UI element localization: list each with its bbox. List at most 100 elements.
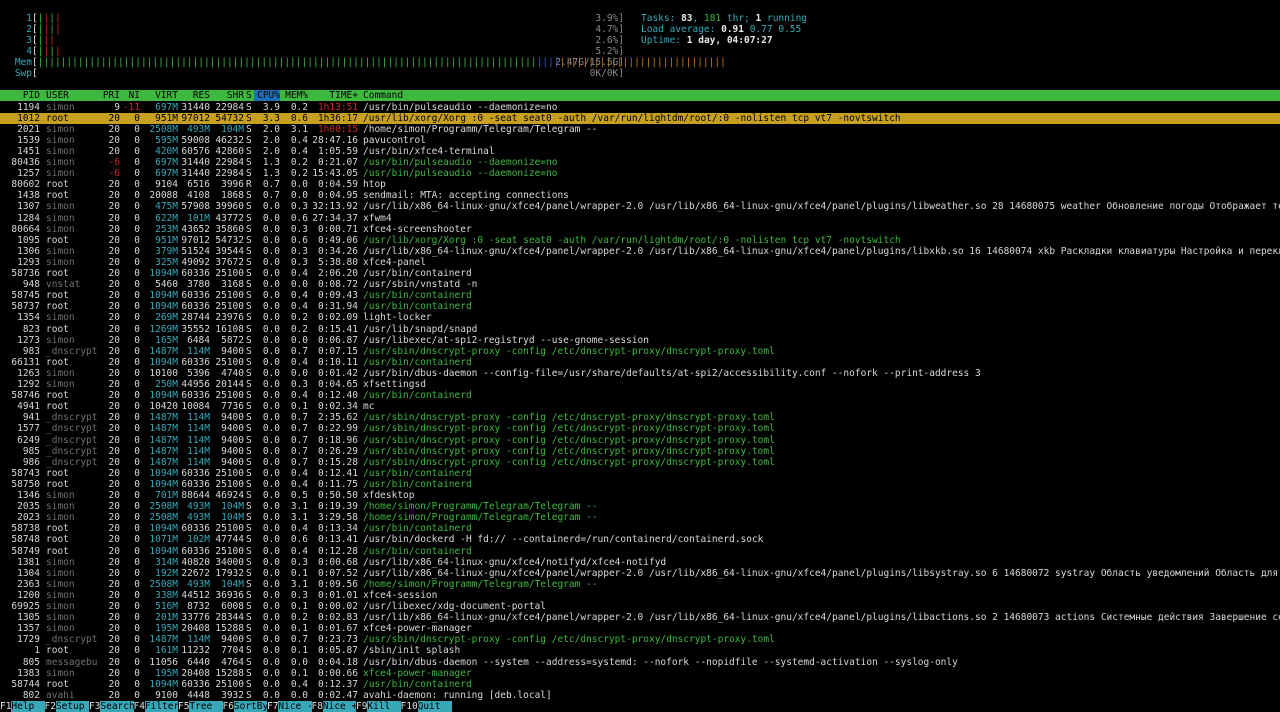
fkey-f2-label[interactable]: Setup <box>55 701 91 712</box>
process-row[interactable]: 58750 root 20 0 1094M 60336 25100 S 0.0 0.4 0:11.7… <box>0 479 1280 490</box>
process-row[interactable]: 1263 simon 20 0 10100 5396 4740 S 0.0 0.0 0:01.42 /… <box>0 368 1280 379</box>
process-row[interactable]: 1 root 20 0 161M 11232 7704 S 0.0 0.1 0:05.87/sbin… <box>0 645 1280 656</box>
process-row[interactable]: 1305 simon 20 0 201M 33776 28344 S 0.0 0.2 0:02.83… <box>0 612 1280 623</box>
process-row[interactable]: 80664 simon 20 0 253M 43652 35860 S 0.0 0.3 0:00.7… <box>0 224 1280 235</box>
process-row[interactable]: 58743 root 20 0 1094M 60336 25100 S 0.0 0.4 0:12.4… <box>0 468 1280 479</box>
process-row[interactable]: 4941 root 20 0 10420 10084 7736 S 0.0 0.1 0:02.34 m… <box>0 401 1280 412</box>
fkey-f6-label[interactable]: SortBy <box>233 701 269 712</box>
column-header-user[interactable]: USER <box>46 90 69 101</box>
process-row[interactable]: 1284 simon 20 0 622M 101M 43772 S 0.0 0.6 27:34.37… <box>0 213 1280 224</box>
process-row[interactable]: 2021 simon 20 0 2508M 493M 104M S 2.0 3.1 1h00:15 /… <box>0 124 1280 135</box>
fkey-f4[interactable]: F4 <box>133 701 145 712</box>
column-header-pid[interactable]: PID <box>0 90 40 101</box>
process-row[interactable]: 1292 simon 20 0 250M 44956 20144 S 0.0 0.3 0:04.65… <box>0 379 1280 390</box>
process-row[interactable]: 983 _dnscrypt 20 0 1487M 114M 9400 S 0.0 0.7 0:07.… <box>0 346 1280 357</box>
fkey-f9[interactable]: F9 <box>356 701 368 712</box>
process-row[interactable]: 58749 root 20 0 1094M 60336 25100 S 0.0 0.4 0:12.2… <box>0 546 1280 557</box>
fkey-f3[interactable]: F3 <box>89 701 101 712</box>
cell-pid: 983 <box>22 345 40 357</box>
process-row[interactable]: 802 avahi 20 0 9100 4448 3932 S 0.0 0.0 0:02.47 ava… <box>0 690 1280 701</box>
process-row[interactable]: 1273 simon 20 0 165M 6484 5872 S 0.0 0.0 0:06.87/u… <box>0 335 1280 346</box>
process-row[interactable]: 948 vnstat 20 0 5460 3780 3168 S 0.0 0.0 0:08.72/u… <box>0 279 1280 290</box>
process-row[interactable]: 805 messagebu 20 0 11056 6440 4764 S 0.0 0.0 0:04.… <box>0 657 1280 668</box>
column-header-mem[interactable]: MEM% <box>280 90 308 101</box>
process-row[interactable]: 1257 simon -6 0 697M 31440 22984 S 1.3 0.2 15:43.0… <box>0 168 1280 179</box>
fkey-f7[interactable]: F7 <box>267 701 279 712</box>
process-row[interactable]: 66131 root 20 0 1094M 60336 25100 S 0.0 0.4 0:10.1… <box>0 357 1280 368</box>
process-row[interactable]: 1383 simon 20 0 195M 20408 15288 S 0.0 0.1 0:00.66… <box>0 668 1280 679</box>
column-header-shr[interactable]: SHR <box>210 90 244 101</box>
process-row[interactable]: 69925 simon 20 0 516M 8732 6008 S 0.0 0.1 0:00.02 /… <box>0 601 1280 612</box>
process-row[interactable]: 1438 root 20 0 20088 4108 1868 S 0.7 0.0 0:04.95 se… <box>0 190 1280 201</box>
process-row[interactable]: 1577 _dnscrypt 20 0 1487M 114M 9400 S 0.0 0.7 0:22… <box>0 423 1280 434</box>
meter-3: 3[||| 2.6%] <box>12 35 624 46</box>
fkey-f8[interactable]: F8 <box>311 701 323 712</box>
process-row[interactable]: 58737 root 20 0 1094M 60336 25100 S 0.0 0.4 0:31.9… <box>0 301 1280 312</box>
cell-cpu: 0.0 <box>262 412 280 424</box>
column-header-time[interactable]: TIME+ <box>310 90 358 101</box>
process-row[interactable]: 1729 _dnscrypt 20 0 1487M 114M 9400 S 0.0 0.7 0:23… <box>0 634 1280 645</box>
process-row[interactable]: 1306 simon 20 0 379M 51524 39544 S 0.0 0.3 0:34.26… <box>0 246 1280 257</box>
fkey-f4-label[interactable]: Filter <box>144 701 180 712</box>
cell-shr: 25100 <box>215 678 244 690</box>
process-row[interactable]: 6249 _dnscrypt 20 0 1487M 114M 9400 S 0.0 0.7 0:18… <box>0 435 1280 446</box>
process-row[interactable]: 58748 root 20 0 1071M 102M 47744 S 0.0 0.6 0:13.41… <box>0 534 1280 545</box>
fkey-f5[interactable]: F5 <box>178 701 190 712</box>
fkey-f6[interactable]: F6 <box>222 701 234 712</box>
cell-shr: 9400 <box>221 423 244 435</box>
fkey-f3-label[interactable]: Search <box>100 701 135 712</box>
cell-command: /usr/bin/dbus-daemon --config-file=/usr/… <box>363 367 981 379</box>
process-row[interactable]: 2023 simon 20 0 2508M 493M 104M S 0.0 3.1 3:29.58 /… <box>0 512 1280 523</box>
process-row[interactable]: 985 _dnscrypt 20 0 1487M 114M 9400 S 0.0 0.7 0:26.… <box>0 446 1280 457</box>
fkey-f2[interactable]: F2 <box>44 701 56 712</box>
cell-mem: 0.6 <box>290 212 308 224</box>
fkey-f8-label[interactable]: Nice + <box>322 701 358 712</box>
process-row[interactable]: 1381 simon 20 0 314M 40820 34000 S 0.0 0.3 0:00.68… <box>0 557 1280 568</box>
process-row[interactable]: 1304 simon 20 0 192M 22672 17932 S 0.0 0.1 0:07.52… <box>0 568 1280 579</box>
process-row[interactable]: 2363 simon 20 0 2508M 493M 104M S 0.0 3.1 0:09.56 /… <box>0 579 1280 590</box>
fkey-f10-label[interactable]: Quit <box>417 701 452 712</box>
cell-res: 20408 <box>181 667 210 679</box>
process-row[interactable]: 58738 root 20 0 1094M 60336 25100 S 0.0 0.4 0:13.3… <box>0 523 1280 534</box>
process-row[interactable]: 1194 simon 9 -11 697M 31440 22984 S 3.9 0.2 1h13:5… <box>0 102 1280 113</box>
process-row[interactable]: 58736 root 20 0 1094M 60336 25100 S 0.0 0.4 2:06.2… <box>0 268 1280 279</box>
fkey-f1[interactable]: F1 <box>0 701 12 712</box>
process-row[interactable]: 58744 root 20 0 1094M 60336 25100 S 0.0 0.4 0:12.3… <box>0 679 1280 690</box>
cell-state: S <box>246 223 252 235</box>
process-row[interactable]: 1293 simon 20 0 325M 49092 37672 S 0.0 0.3 5:38.80… <box>0 257 1280 268</box>
column-header-cpu[interactable]: CPU% <box>254 90 280 102</box>
fkey-f7-label[interactable]: Nice - <box>278 701 313 712</box>
process-row[interactable]: 1539 simon 20 0 595M 59008 46232 S 2.0 0.4 28:47.1… <box>0 135 1280 146</box>
column-header-res[interactable]: RES <box>178 90 210 101</box>
uptime-line: Uptime: 1 day, 04:07:27 <box>641 35 773 46</box>
process-row[interactable]: 986 _dnscrypt 20 0 1487M 114M 9400 S 0.0 0.7 0:15.… <box>0 457 1280 468</box>
process-row[interactable]: 80436 simon -6 0 697M 31440 22984 S 1.3 0.2 0:21.0… <box>0 157 1280 168</box>
fkey-f1-label[interactable]: Help <box>11 701 46 712</box>
fkey-f10[interactable]: F10 <box>400 701 418 712</box>
process-row[interactable]: 1200 simon 20 0 338M 44512 36936 S 0.0 0.3 0:01.01… <box>0 590 1280 601</box>
process-row[interactable]: 941 _dnscrypt 20 0 1487M 114M 9400 S 0.0 0.7 2:35.… <box>0 412 1280 423</box>
fkey-f5-label[interactable]: Tree <box>189 701 224 712</box>
column-header-pri[interactable]: PRI <box>98 90 120 101</box>
process-row[interactable]: 58746 root 20 0 1094M 60336 25100 S 0.0 0.4 0:12.4… <box>0 390 1280 401</box>
process-row[interactable]: 1357 simon 20 0 195M 20408 15288 S 0.0 0.1 0:01.67… <box>0 623 1280 634</box>
column-header-ni[interactable]: NI <box>120 90 140 101</box>
process-row[interactable]: 1451 simon 20 0 420M 60576 42860 S 2.0 0.4 1:05.59… <box>0 146 1280 157</box>
process-row[interactable]: 1354 simon 20 0 269M 28744 23976 S 0.0 0.2 0:02.09… <box>0 312 1280 323</box>
process-row[interactable]: 1346 simon 20 0 701M 88644 46924 S 0.0 0.5 0:50.50… <box>0 490 1280 501</box>
process-row[interactable]: 823 root 20 0 1269M 35552 16108 S 0.0 0.2 0:15.41 /… <box>0 324 1280 335</box>
process-table-header[interactable]: PID USER PRI NI VIRT RES SHR S CPU% MEM% TIME+ Comm… <box>0 90 1280 102</box>
process-row[interactable]: 1307 simon 20 0 475M 57908 39960 S 0.0 0.3 32:13.9… <box>0 201 1280 212</box>
cell-cpu: 0.0 <box>262 645 280 657</box>
process-row[interactable]: 1012 root 20 0 951M 97012 54732 S 3.3 0.6 1h36:17 /… <box>0 112 1280 124</box>
column-header-command[interactable]: Command <box>363 90 403 101</box>
fkey-f9-label[interactable]: Kill <box>367 701 402 712</box>
cell-time: 0:08.72 <box>317 279 358 291</box>
cell-user: root <box>46 678 69 690</box>
column-header-virt[interactable]: VIRT <box>140 90 178 101</box>
column-header-state[interactable]: S <box>246 90 252 101</box>
process-row[interactable]: 58745 root 20 0 1094M 60336 25100 S 0.0 0.4 0:09.4… <box>0 290 1280 301</box>
process-row[interactable]: 2035 simon 20 0 2508M 493M 104M S 0.0 3.1 0:19.39 /… <box>0 501 1280 512</box>
process-row[interactable]: 1095 root 20 0 951M 97012 54732 S 0.0 0.6 0:49.06 /… <box>0 235 1280 246</box>
process-row[interactable]: 80602 root 20 0 9104 6516 3996 R 0.7 0.0 0:04.59 ht… <box>0 179 1280 190</box>
